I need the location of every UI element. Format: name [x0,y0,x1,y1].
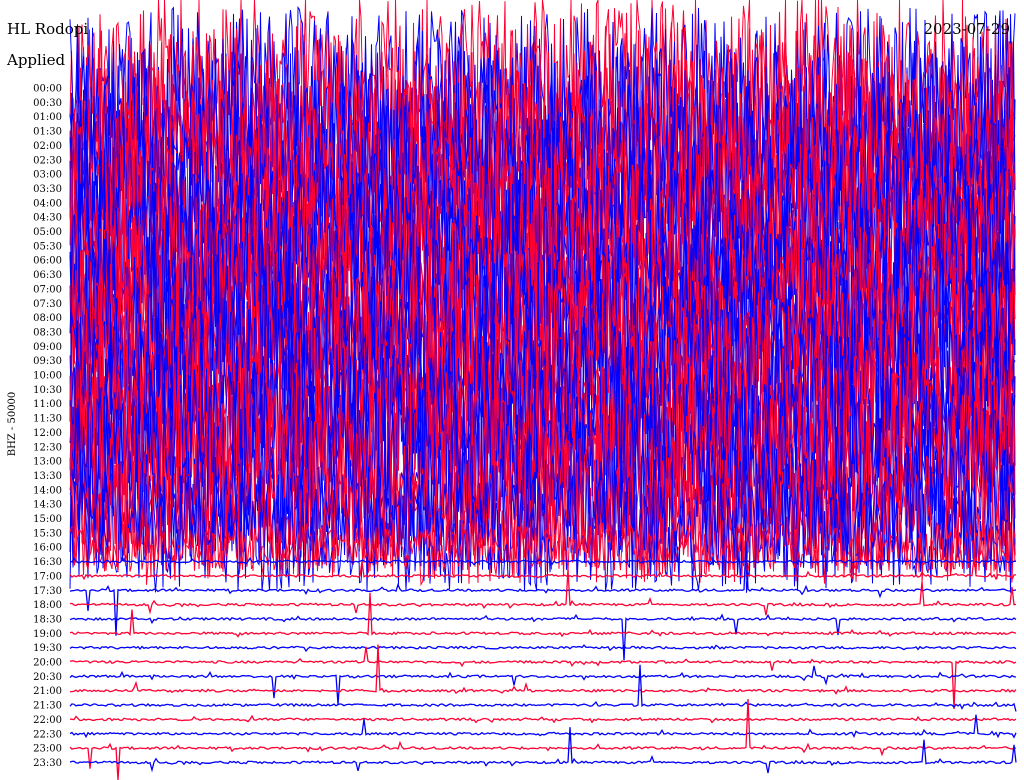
trace-line-1830 [69,613,1017,661]
time-tick-labels: 00:00 00:30 01:00 01:30 02:00 02:30 03:00 03:30… [33,84,62,769]
time-tick-0600: 06:00 [33,256,62,267]
time-tick-1930: 19:30 [33,643,62,654]
time-tick-1030: 10:30 [33,385,62,396]
time-tick-1330: 13:30 [33,471,62,482]
time-tick-1500: 15:00 [33,514,62,525]
station-title: HL Rodopi [7,20,89,38]
time-tick-1100: 11:00 [33,399,62,410]
time-tick-0900: 09:00 [33,342,62,353]
time-tick-0830: 08:30 [33,327,62,338]
helicorder-plot: 00:00 00:30 01:00 01:30 02:00 02:30 03:00 03:30… [7,0,1017,780]
time-tick-1600: 16:00 [33,543,62,554]
time-tick-1730: 17:30 [33,586,62,597]
time-tick-1430: 14:30 [33,500,62,511]
time-tick-2100: 21:00 [33,686,62,697]
trace-line-2030 [69,665,1017,705]
trace-line-2130 [69,664,1017,712]
trace-line-2100 [70,644,1017,695]
time-tick-1800: 18:00 [33,600,62,611]
time-tick-2300: 23:00 [33,744,62,755]
time-tick-0030: 00:30 [33,98,62,109]
time-tick-0330: 03:30 [33,184,62,195]
time-tick-1000: 10:00 [33,371,62,382]
time-tick-0000: 00:00 [33,84,62,95]
time-tick-0100: 01:00 [33,112,62,123]
time-tick-2030: 20:30 [33,672,62,683]
time-tick-1130: 11:30 [33,414,62,425]
time-tick-0130: 01:30 [33,127,62,138]
time-tick-0200: 02:00 [33,141,62,152]
time-tick-0530: 05:30 [33,241,62,252]
filter-label: Applied [7,51,66,69]
time-tick-1200: 12:00 [33,428,62,439]
time-tick-2230: 22:30 [33,729,62,740]
time-tick-0630: 06:30 [33,270,62,281]
time-tick-0500: 05:00 [33,227,62,238]
time-tick-2130: 21:30 [33,701,62,712]
time-tick-1900: 19:00 [33,629,62,640]
time-tick-0700: 07:00 [33,284,62,295]
time-tick-0800: 08:00 [33,313,62,324]
date-label: 2023-07-29 [923,20,1010,38]
trace-line-2000 [69,646,1017,710]
time-tick-2000: 20:00 [33,658,62,669]
y-axis-label: BHZ - 50000 [7,392,18,457]
time-tick-2330: 23:30 [33,758,62,769]
time-tick-1230: 12:30 [33,442,62,453]
trace-line-2200 [69,714,1017,724]
time-tick-0300: 03:00 [33,170,62,181]
time-tick-2200: 22:00 [33,715,62,726]
trace-line-1900 [69,592,1017,638]
time-tick-1700: 17:00 [33,571,62,582]
time-tick-0730: 07:30 [33,299,62,310]
time-tick-0930: 09:30 [33,356,62,367]
time-tick-1630: 16:30 [33,557,62,568]
time-tick-1530: 15:30 [33,528,62,539]
time-tick-1830: 18:30 [33,614,62,625]
time-tick-0400: 04:00 [33,198,62,209]
trace-line-1930 [69,644,1017,653]
time-tick-0430: 04:30 [33,213,62,224]
trace-lines [69,0,1017,780]
time-tick-1400: 14:00 [33,485,62,496]
time-tick-1300: 13:00 [33,457,62,468]
trace-line-2300 [69,698,1017,780]
time-tick-0230: 02:30 [33,155,62,166]
